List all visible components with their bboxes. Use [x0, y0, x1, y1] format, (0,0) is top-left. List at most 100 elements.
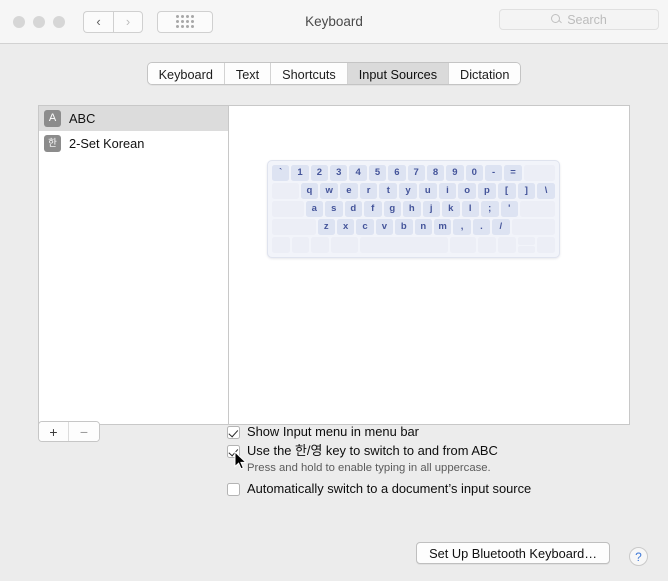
checkbox-row-han-yeong-key[interactable]: Use the 한/영 key to switch to and from AB… — [227, 443, 647, 459]
checkbox-label: Show Input menu in menu bar — [247, 424, 419, 439]
tab-group: Keyboard Text Shortcuts Input Sources Di… — [146, 62, 522, 85]
key-w: w — [320, 183, 339, 199]
show-all-preferences-button[interactable] — [157, 10, 213, 33]
input-source-list[interactable]: A ABC 한 2-Set Korean — [39, 106, 229, 424]
checkbox-label: Automatically switch to a document’s inp… — [247, 481, 532, 496]
list-add-remove-controls: + − — [38, 421, 100, 442]
key-comma: , — [453, 219, 471, 235]
key-semicolon: ; — [481, 201, 499, 217]
key-s: s — [325, 201, 343, 217]
search-placeholder: Search — [567, 12, 607, 27]
checkbox-han-yeong-key[interactable] — [227, 445, 240, 458]
keyboard-row: q w e r t y u i o p [ ] \ — [272, 183, 555, 199]
checkbox-label: Use the 한/영 key to switch to and from AB… — [247, 443, 498, 458]
keyboard-preview-pane: ` 1 2 3 4 5 6 7 8 9 0 - = q w e r t y u … — [229, 106, 629, 424]
key-tab — [272, 183, 299, 199]
key-return — [520, 201, 555, 217]
key-f: f — [364, 201, 382, 217]
set-up-bluetooth-keyboard-button[interactable]: Set Up Bluetooth Keyboard… — [416, 542, 610, 564]
key-option-left — [311, 237, 330, 253]
key-7: 7 — [407, 165, 425, 181]
keyboard-row: ` 1 2 3 4 5 6 7 8 9 0 - = — [272, 165, 555, 181]
key-u: u — [418, 183, 437, 199]
key-arrow-left — [498, 237, 516, 253]
keyboard-row — [272, 237, 556, 253]
add-input-source-button[interactable]: + — [39, 422, 69, 441]
minimize-button[interactable] — [33, 15, 45, 28]
grid-all-preferences-icon — [176, 15, 194, 28]
key-0: 0 — [465, 165, 483, 181]
input-source-options: Show Input menu in menu bar Use the 한/영 … — [227, 424, 647, 500]
key-d: d — [344, 201, 362, 217]
key-e: e — [340, 183, 358, 199]
search-input[interactable]: Search — [499, 9, 659, 30]
zoom-button[interactable] — [53, 15, 65, 28]
key-backtick: ` — [272, 165, 290, 181]
key-command-right — [449, 237, 477, 253]
tab-keyboard[interactable]: Keyboard — [147, 63, 225, 84]
key-9: 9 — [446, 165, 464, 181]
window-traffic-lights — [13, 15, 65, 28]
key-c: c — [356, 219, 374, 235]
back-button[interactable]: ‹ — [83, 10, 113, 33]
keyboard-row: z x c v b n m , . / — [272, 219, 556, 235]
navigation-buttons: ‹ › — [83, 10, 143, 33]
close-button[interactable] — [13, 15, 25, 28]
key-arrow-right — [537, 237, 556, 253]
keyboard-preferences-window: ‹ › Keyboard Search Keyboard Text Shortc… — [0, 0, 668, 581]
checkbox-row-auto-switch-document[interactable]: Automatically switch to a document’s inp… — [227, 481, 647, 497]
list-item-2-set-korean[interactable]: 한 2-Set Korean — [39, 131, 228, 156]
key-period: . — [472, 219, 491, 235]
key-4: 4 — [349, 165, 367, 181]
remove-input-source-button[interactable]: − — [69, 422, 99, 441]
key-i: i — [438, 183, 457, 199]
key-6: 6 — [388, 165, 406, 181]
key-a: a — [305, 201, 323, 217]
key-b: b — [395, 219, 413, 235]
key-bracket-right: ] — [517, 183, 536, 199]
han-yeong-key-note: Press and hold to enable typing in all u… — [247, 462, 491, 474]
key-shift-right — [511, 219, 556, 235]
key-l: l — [461, 201, 479, 217]
tab-text[interactable]: Text — [224, 63, 272, 84]
key-2: 2 — [310, 165, 329, 181]
key-1: 1 — [291, 165, 309, 181]
key-z: z — [317, 219, 335, 235]
window-titlebar: ‹ › Keyboard Search — [0, 0, 668, 44]
korean-badge-icon: 한 — [44, 135, 61, 152]
key-n: n — [414, 219, 432, 235]
checkbox-auto-switch-document[interactable] — [227, 483, 240, 496]
key-fn — [272, 237, 290, 253]
key-caps-lock — [272, 201, 304, 217]
key-bracket-left: [ — [497, 183, 516, 199]
key-command-left — [331, 237, 358, 253]
key-p: p — [478, 183, 496, 199]
key-arrow-down — [517, 245, 536, 253]
key-t: t — [379, 183, 398, 199]
key-space — [359, 237, 448, 253]
tab-dictation[interactable]: Dictation — [449, 63, 521, 84]
key-shift-left — [272, 219, 316, 235]
key-o: o — [458, 183, 477, 199]
question-mark-icon: ? — [635, 549, 642, 564]
key-y: y — [399, 183, 417, 199]
key-x: x — [336, 219, 355, 235]
keyboard-row: a s d f g h j k l ; ' — [272, 201, 555, 217]
key-g: g — [383, 201, 401, 217]
forward-button[interactable]: › — [113, 10, 143, 33]
tab-input-sources[interactable]: Input Sources — [347, 63, 450, 84]
key-m: m — [433, 219, 452, 235]
help-button[interactable]: ? — [629, 547, 648, 566]
checkbox-row-show-input-menu[interactable]: Show Input menu in menu bar — [227, 424, 647, 440]
key-quote: ' — [500, 201, 518, 217]
key-arrow-up-down — [517, 237, 536, 253]
abc-badge-icon: A — [44, 110, 61, 127]
key-r: r — [359, 183, 378, 199]
list-item-label: ABC — [69, 111, 96, 126]
checkbox-show-input-menu[interactable] — [227, 426, 240, 439]
tab-shortcuts[interactable]: Shortcuts — [271, 63, 348, 84]
key-option-right — [478, 237, 497, 253]
search-icon — [551, 14, 562, 25]
list-item-abc[interactable]: A ABC — [39, 106, 228, 131]
key-k: k — [442, 201, 460, 217]
